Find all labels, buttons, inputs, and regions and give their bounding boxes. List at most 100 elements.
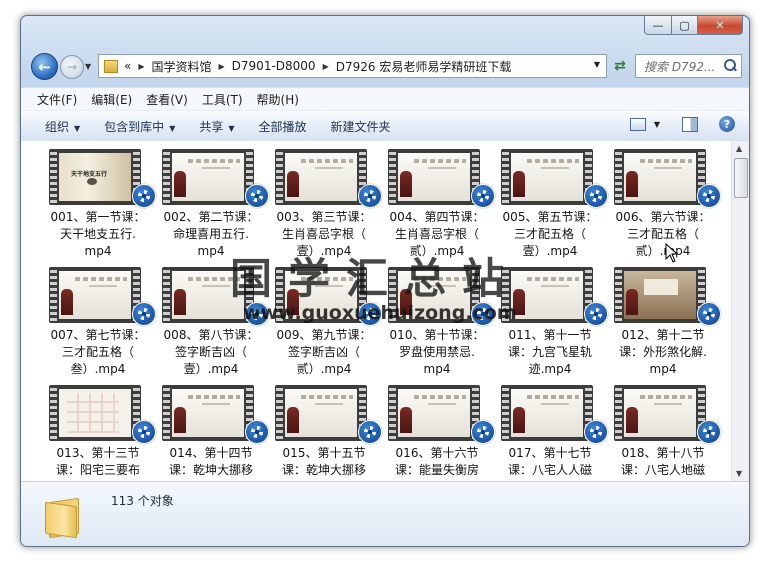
- address-dropdown-icon[interactable]: ▼: [594, 60, 600, 69]
- file-name: 012、第十二节 课：外形煞化解. mp4: [619, 328, 707, 376]
- help-icon[interactable]: ?: [719, 116, 735, 132]
- file-item[interactable]: 003、第三节课： 生肖喜忌字根（ 壹）.mp4: [271, 149, 384, 267]
- video-thumbnail: [614, 267, 706, 323]
- file-item[interactable]: 014、第十四节 课：乾坤大挪移: [158, 385, 271, 481]
- breadcrumb-overflow[interactable]: «: [124, 59, 131, 73]
- share-label: 共享: [199, 119, 224, 134]
- breadcrumb-item[interactable]: D7901-D8000: [232, 59, 316, 73]
- recent-pages-dropdown-icon[interactable]: ▼: [85, 62, 91, 71]
- file-item[interactable]: 010、第十节课： 罗盘使用禁忌. mp4: [384, 267, 497, 385]
- scrollbar-thumb[interactable]: [734, 158, 748, 198]
- file-name: 017、第十七节 课：八宅人人磁: [507, 446, 592, 477]
- arrow-left-icon: ←: [38, 57, 51, 76]
- media-player-icon: [697, 420, 721, 444]
- video-thumbnail: [501, 385, 593, 441]
- minimize-button[interactable]: —: [644, 16, 672, 35]
- file-list: 天干地支五行 001、第一节课： 天干地支五行. mp4 002、第二节课： 命理喜…: [21, 141, 749, 481]
- breadcrumb-item[interactable]: 国学资料馆: [152, 58, 212, 75]
- navigation-bar: ← → ▼ « ▶ 国学资料馆 ▶ D7901-D8000 ▶ D7926 宏易…: [29, 51, 742, 81]
- scroll-down-icon[interactable]: ▼: [736, 469, 742, 478]
- file-name: 015、第十五节 课：乾坤大挪移: [281, 446, 366, 477]
- video-thumbnail: [501, 267, 593, 323]
- menu-help[interactable]: 帮助(H): [257, 91, 299, 108]
- menu-tools[interactable]: 工具(T): [202, 91, 243, 108]
- video-thumbnail: [49, 385, 141, 441]
- video-thumbnail: [614, 385, 706, 441]
- file-item[interactable]: 002、第二节课： 命理喜用五行. mp4: [158, 149, 271, 267]
- view-options-dropdown-icon[interactable]: ▼: [654, 120, 660, 129]
- refresh-icon[interactable]: ⇄: [609, 55, 631, 76]
- file-item[interactable]: 011、第十一节 课：九宫飞星轨 迹.mp4: [497, 267, 610, 385]
- file-name: 002、第二节课： 命理喜用五行. mp4: [163, 210, 259, 258]
- folder-icon: [45, 496, 81, 539]
- file-item[interactable]: 018、第十八节 课：八宅人地磁: [610, 385, 723, 481]
- file-item[interactable]: 008、第八节课： 签字断吉凶（ 壹）.mp4: [158, 267, 271, 385]
- file-item[interactable]: 012、第十二节 课：外形煞化解. mp4: [610, 267, 723, 385]
- media-player-icon: [471, 302, 495, 326]
- organize-button[interactable]: 组织 ▼: [45, 118, 80, 135]
- media-player-icon: [584, 302, 608, 326]
- file-item[interactable]: 017、第十七节 课：八宅人人磁: [497, 385, 610, 481]
- media-player-icon: [697, 184, 721, 208]
- media-player-icon: [358, 420, 382, 444]
- include-in-library-label: 包含到库中: [104, 119, 165, 134]
- search-icon[interactable]: [723, 59, 737, 73]
- view-options-icon[interactable]: [629, 117, 646, 131]
- file-item[interactable]: 013、第十三节 课：阳宅三要布: [45, 385, 158, 481]
- chevron-right-icon: ▶: [322, 61, 329, 71]
- search-input[interactable]: 搜索 D792...: [635, 54, 742, 78]
- include-in-library-button[interactable]: 包含到库中 ▼: [104, 118, 175, 135]
- file-item[interactable]: 015、第十五节 课：乾坤大挪移: [271, 385, 384, 481]
- file-name: 006、第六节课： 三才配五格（ 贰）.mp4: [615, 210, 711, 258]
- menu-file[interactable]: 文件(F): [37, 91, 77, 108]
- file-name: 018、第十八节 课：八宅人地磁: [620, 446, 705, 477]
- menu-view[interactable]: 查看(V): [146, 91, 188, 108]
- file-item[interactable]: 天干地支五行 001、第一节课： 天干地支五行. mp4: [45, 149, 158, 267]
- file-item[interactable]: 009、第九节课： 签字断吉凶（ 贰）.mp4: [271, 267, 384, 385]
- menu-edit[interactable]: 编辑(E): [91, 91, 132, 108]
- file-item[interactable]: 016、第十六节 课：能量失衡房: [384, 385, 497, 481]
- video-thumbnail: [275, 267, 367, 323]
- chevron-right-icon: ▶: [138, 61, 145, 71]
- media-player-icon: [245, 184, 269, 208]
- preview-pane-icon[interactable]: [682, 116, 698, 132]
- arrow-right-icon: →: [66, 60, 78, 74]
- video-thumbnail: [162, 385, 254, 441]
- scroll-up-icon[interactable]: ▲: [736, 144, 742, 153]
- forward-button[interactable]: →: [60, 55, 84, 79]
- share-button[interactable]: 共享 ▼: [199, 118, 234, 135]
- close-button[interactable]: ✕: [698, 16, 743, 35]
- file-item[interactable]: 007、第七节课： 三才配五格（ 叁）.mp4: [45, 267, 158, 385]
- file-name: 010、第十节课： 罗盘使用禁忌. mp4: [389, 328, 485, 376]
- file-name: 013、第十三节 课：阳宅三要布: [55, 446, 140, 477]
- breadcrumb-item[interactable]: D7926 宏易老师易学精研班下载: [336, 58, 512, 75]
- file-name: 004、第四节课： 生肖喜忌字根（ 贰）.mp4: [389, 210, 485, 258]
- video-thumbnail: [162, 149, 254, 205]
- file-name: 014、第十四节 课：乾坤大挪移: [168, 446, 253, 477]
- maximize-button[interactable]: ▢: [672, 16, 698, 35]
- new-folder-button[interactable]: 新建文件夹: [331, 118, 391, 135]
- video-thumbnail: [614, 149, 706, 205]
- file-name: 005、第五节课： 三才配五格（ 壹）.mp4: [502, 210, 598, 258]
- file-name: 016、第十六节 课：能量失衡房: [394, 446, 479, 477]
- media-player-icon: [584, 184, 608, 208]
- address-bar[interactable]: « ▶ 国学资料馆 ▶ D7901-D8000 ▶ D7926 宏易老师易学精研…: [98, 54, 607, 78]
- chevron-right-icon: ▶: [218, 61, 225, 71]
- file-item[interactable]: 005、第五节课： 三才配五格（ 壹）.mp4: [497, 149, 610, 267]
- video-thumbnail: [388, 267, 480, 323]
- video-thumbnail: [162, 267, 254, 323]
- media-player-icon: [358, 184, 382, 208]
- vertical-scrollbar[interactable]: ▲ ▼: [731, 141, 749, 481]
- file-name: 008、第八节课： 签字断吉凶（ 壹）.mp4: [163, 328, 259, 376]
- breadcrumb: « ▶ 国学资料馆 ▶ D7901-D8000 ▶ D7926 宏易老师易学精研…: [124, 58, 511, 75]
- media-player-icon: [697, 302, 721, 326]
- back-button[interactable]: ←: [31, 53, 58, 80]
- play-all-button[interactable]: 全部播放: [259, 118, 307, 135]
- folder-icon: [104, 59, 118, 73]
- file-name: 001、第一节课： 天干地支五行. mp4: [50, 210, 146, 258]
- video-thumbnail: [275, 385, 367, 441]
- file-item[interactable]: 004、第四节课： 生肖喜忌字根（ 贰）.mp4: [384, 149, 497, 267]
- video-thumbnail: [275, 149, 367, 205]
- video-thumbnail: 天干地支五行: [49, 149, 141, 205]
- explorer-window: — ▢ ✕ ← → ▼ « ▶ 国学资料馆 ▶ D7901-D8000 ▶ D7…: [20, 15, 750, 547]
